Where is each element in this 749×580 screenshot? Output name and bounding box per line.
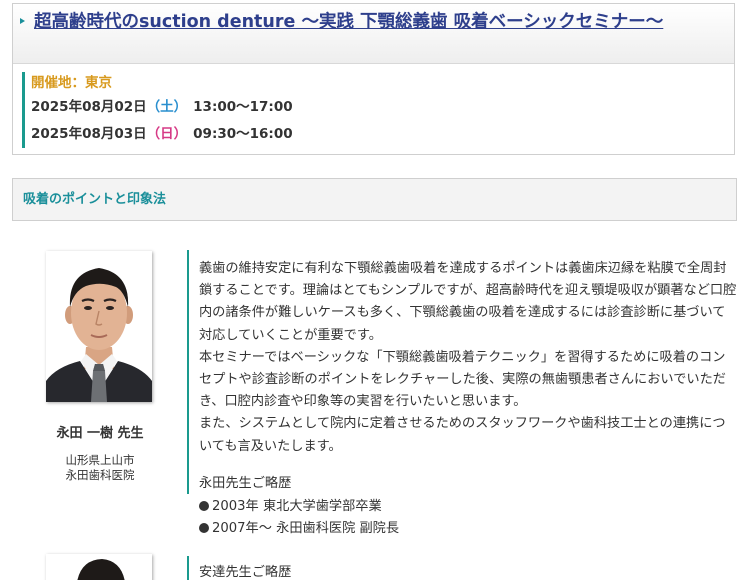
speaker-career: 永田先生ご略歴 2003年 東北大学歯学部卒業 2007年〜 永田歯科医院 副院… bbox=[199, 473, 737, 541]
event-title-link[interactable]: 超高齢時代のsuction denture 〜実践 下顎総義歯 吸着ベーシックセ… bbox=[34, 11, 674, 34]
speaker-description: 義歯の維持安定に有利な下顎総義歯吸着を達成するポイントは義歯床辺縁を粘膜で全周封… bbox=[199, 258, 737, 458]
speaker-photo bbox=[46, 554, 152, 580]
page: 超高齢時代のsuction denture 〜実践 下顎総義歯 吸着ベーシックセ… bbox=[0, 0, 749, 580]
event-time: 09:30〜16:00 bbox=[193, 126, 293, 142]
event-time: 13:00〜17:00 bbox=[193, 99, 293, 115]
career-item-text: 2007年〜 永田歯科医院 副院長 bbox=[212, 521, 400, 536]
section-title: 吸着のポイントと印象法 bbox=[23, 192, 167, 207]
title-bullet-icon bbox=[20, 18, 25, 24]
career-item: 2003年 東北大学歯学部卒業 bbox=[199, 496, 737, 519]
event-day-of-week: （土） bbox=[146, 99, 188, 115]
description-paragraph: また、システムとして院内に定着させるためのスタッフワークや歯科技工士との連携につ… bbox=[199, 416, 726, 454]
event-venue: 開催地：東京 bbox=[31, 75, 112, 91]
bullet-icon bbox=[199, 500, 209, 511]
event-day-of-week: （日） bbox=[146, 126, 188, 142]
event-box: 超高齢時代のsuction denture 〜実践 下顎総義歯 吸着ベーシックセ… bbox=[12, 3, 735, 155]
event-date: 2025年08月02日 bbox=[31, 99, 147, 115]
description-paragraph: 義歯の維持安定に有利な下顎総義歯吸着を達成するポイントは義歯床辺縁を粘膜で全周封… bbox=[199, 261, 737, 343]
event-date: 2025年08月03日 bbox=[31, 126, 147, 142]
speaker-name: 永田 一樹 先生 bbox=[56, 426, 144, 441]
speaker-photo bbox=[46, 251, 152, 402]
bullet-icon bbox=[199, 523, 209, 533]
career-heading: 安達先生ご略歴 bbox=[199, 565, 292, 580]
speaker-affiliation-clinic: 永田歯科医院 bbox=[65, 468, 135, 482]
description-accent-bar bbox=[187, 556, 189, 580]
section-header: 吸着のポイントと印象法 bbox=[12, 178, 737, 221]
speaker-affiliation: 山形県上山市 永田歯科医院 bbox=[30, 453, 170, 483]
event-header: 超高齢時代のsuction denture 〜実践 下顎総義歯 吸着ベーシックセ… bbox=[13, 4, 734, 64]
description-paragraph: 本セミナーではベーシックな「下顎総義歯吸着テクニック」を習得するために吸着のコン… bbox=[199, 349, 726, 410]
event-info: 開催地：東京 2025年08月02日（土） 13:00〜17:00 2025年08… bbox=[22, 72, 293, 148]
event-date-line: 2025年08月03日（日） 09:30〜16:00 bbox=[31, 121, 293, 148]
career-item-text: 2003年 東北大学歯学部卒業 bbox=[212, 498, 382, 514]
event-date-line: 2025年08月02日（土） 13:00〜17:00 bbox=[31, 94, 293, 121]
speaker-affiliation-city: 山形県上山市 bbox=[65, 453, 135, 467]
career-item: 2007年〜 永田歯科医院 副院長 bbox=[199, 518, 737, 541]
speaker-portrait-image bbox=[46, 554, 152, 580]
career-heading: 永田先生ご略歴 bbox=[199, 476, 292, 491]
speaker-portrait-image bbox=[46, 251, 152, 402]
description-accent-bar bbox=[187, 250, 189, 494]
